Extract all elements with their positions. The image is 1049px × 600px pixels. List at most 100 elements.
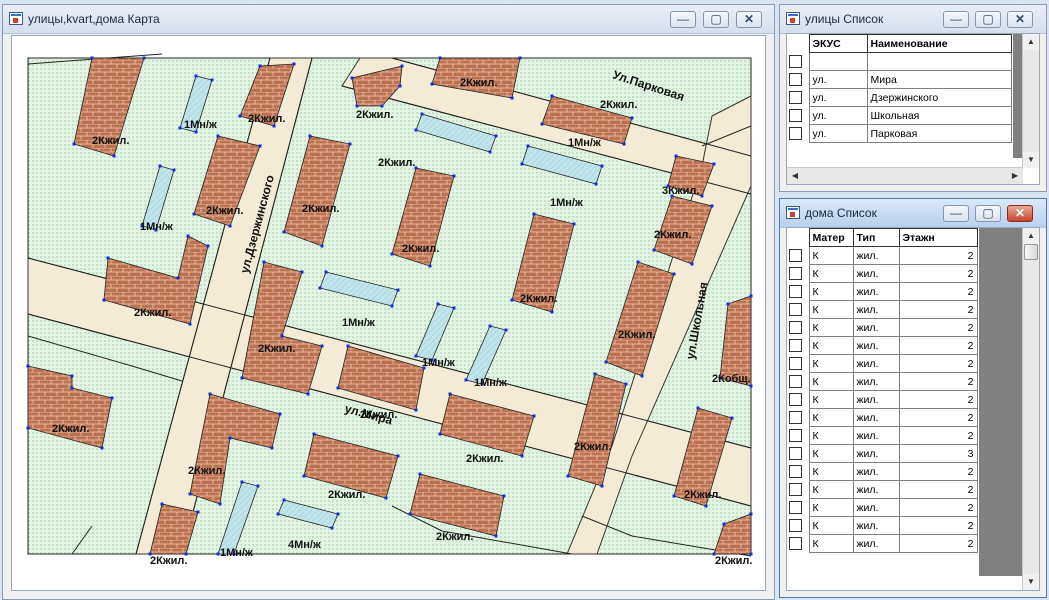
houses-table-row[interactable]: Кжил. 2	[789, 480, 978, 499]
row-select-checkbox[interactable]	[789, 535, 809, 553]
scroll-thumb[interactable]	[1024, 244, 1038, 260]
row-select-checkbox[interactable]	[789, 71, 809, 89]
row-select-checkbox[interactable]	[789, 409, 809, 427]
streets-horizontal-scrollbar[interactable]: ◀ ▶	[787, 167, 1023, 184]
cell-etazh[interactable]: 2	[898, 480, 978, 499]
row-select-checkbox[interactable]	[789, 319, 809, 337]
row-select-checkbox[interactable]	[789, 481, 809, 499]
maximize-button[interactable]: ▢	[703, 11, 729, 28]
cell-mater[interactable]: К	[808, 480, 854, 499]
cell-mater[interactable]: К	[808, 336, 854, 355]
row-select-checkbox[interactable]	[789, 265, 809, 283]
scroll-down-arrow[interactable]: ▼	[1023, 574, 1039, 590]
cell-ekus[interactable]: ул.	[808, 124, 868, 143]
houses-table-row[interactable]: Кжил. 2	[789, 354, 978, 373]
houses-table-row[interactable]: Кжил. 2	[789, 408, 978, 427]
cell-mater[interactable]: К	[808, 390, 854, 409]
cell-etazh[interactable]: 2	[898, 534, 978, 553]
streets-table-row[interactable]: ул. Парковая	[789, 124, 1012, 143]
cell-ekus[interactable]: ул.	[808, 88, 868, 107]
cell-etazh[interactable]: 2	[898, 264, 978, 283]
row-select-checkbox[interactable]	[789, 301, 809, 319]
row-select-checkbox[interactable]	[789, 463, 809, 481]
cell-tip[interactable]: жил.	[852, 498, 900, 517]
cell-name[interactable]: Парковая	[866, 124, 1012, 143]
streets-table-row[interactable]: ул. Дзержинского	[789, 88, 1012, 107]
cell-tip[interactable]: жил.	[852, 282, 900, 301]
cell-ekus[interactable]: ул.	[808, 70, 868, 89]
cell-etazh[interactable]: 2	[898, 516, 978, 535]
column-header-etazh[interactable]: Этажн	[898, 228, 978, 247]
scroll-up-arrow[interactable]: ▲	[1023, 228, 1039, 244]
cell-tip[interactable]: жил.	[852, 246, 900, 265]
map-titlebar[interactable]: улицы,kvart,дома Карта — ▢ ✕	[3, 5, 774, 34]
houses-table-row[interactable]: Кжил. 2	[789, 282, 978, 301]
houses-table-row[interactable]: Кжил. 2	[789, 534, 978, 553]
row-select-checkbox[interactable]	[789, 125, 809, 143]
row-select-checkbox[interactable]	[789, 445, 809, 463]
houses-table-row[interactable]: Кжил. 2	[789, 372, 978, 391]
streets-table-row[interactable]: ул. Мира	[789, 70, 1012, 89]
houses-vertical-scrollbar[interactable]: ▲ ▼	[1022, 228, 1039, 590]
row-select-checkbox[interactable]	[789, 89, 809, 107]
cell-name[interactable]	[866, 52, 1012, 71]
houses-table-row[interactable]: Кжил. 2	[789, 426, 978, 445]
cell-etazh[interactable]: 2	[898, 282, 978, 301]
cell-mater[interactable]: К	[808, 408, 854, 427]
cell-mater[interactable]: К	[808, 498, 854, 517]
cell-tip[interactable]: жил.	[852, 336, 900, 355]
streets-table-row[interactable]	[789, 52, 1012, 71]
cell-name[interactable]: Мира	[866, 70, 1012, 89]
cell-mater[interactable]: К	[808, 354, 854, 373]
column-header-ekus[interactable]: ЭКУС	[808, 34, 868, 53]
cell-mater[interactable]: К	[808, 300, 854, 319]
row-select-checkbox[interactable]	[789, 107, 809, 125]
cell-etazh[interactable]: 2	[898, 462, 978, 481]
row-select-checkbox[interactable]	[789, 53, 809, 71]
cell-name[interactable]: Школьная	[866, 106, 1012, 125]
cell-etazh[interactable]: 2	[898, 426, 978, 445]
close-button[interactable]: ✕	[736, 11, 762, 28]
houses-maximize-button[interactable]: ▢	[975, 205, 1001, 222]
streets-minimize-button[interactable]: —	[943, 11, 969, 28]
houses-table-row[interactable]: Кжил. 2	[789, 246, 978, 265]
cell-etazh[interactable]: 2	[898, 336, 978, 355]
scroll-right-arrow[interactable]: ▶	[1007, 168, 1023, 184]
streets-titlebar[interactable]: улицы Список — ▢ ✕	[780, 5, 1046, 34]
cell-tip[interactable]: жил.	[852, 390, 900, 409]
minimize-button[interactable]: —	[670, 11, 696, 28]
cell-tip[interactable]: жил.	[852, 408, 900, 427]
streets-maximize-button[interactable]: ▢	[975, 11, 1001, 28]
cell-etazh[interactable]: 2	[898, 390, 978, 409]
scroll-up-arrow[interactable]: ▲	[1023, 34, 1039, 50]
scroll-down-arrow[interactable]: ▼	[1023, 152, 1039, 168]
map-svg[interactable]: Ул.Парковая ул.Дзержинского ул.Мира ул.Ш…	[12, 36, 766, 591]
houses-table-row[interactable]: Кжил. 2	[789, 300, 978, 319]
cell-etazh[interactable]: 2	[898, 408, 978, 427]
cell-tip[interactable]: жил.	[852, 480, 900, 499]
column-header-mater[interactable]: Матер	[808, 228, 854, 247]
houses-table-row[interactable]: Кжил. 2	[789, 336, 978, 355]
cell-etazh[interactable]: 3	[898, 444, 978, 463]
cell-tip[interactable]: жил.	[852, 516, 900, 535]
cell-mater[interactable]: К	[808, 534, 854, 553]
cell-mater[interactable]: К	[808, 516, 854, 535]
cell-etazh[interactable]: 2	[898, 318, 978, 337]
streets-vertical-scrollbar[interactable]: ▲ ▼	[1022, 34, 1039, 168]
houses-close-button[interactable]: ✕	[1007, 205, 1033, 222]
cell-mater[interactable]: К	[808, 282, 854, 301]
cell-tip[interactable]: жил.	[852, 300, 900, 319]
cell-etazh[interactable]: 2	[898, 246, 978, 265]
row-select-checkbox[interactable]	[789, 373, 809, 391]
cell-tip[interactable]: жил.	[852, 372, 900, 391]
cell-mater[interactable]: К	[808, 462, 854, 481]
scroll-left-arrow[interactable]: ◀	[787, 168, 803, 184]
row-select-checkbox[interactable]	[789, 517, 809, 535]
row-select-checkbox[interactable]	[789, 427, 809, 445]
houses-table-row[interactable]: Кжил. 2	[789, 498, 978, 517]
row-select-checkbox[interactable]	[789, 247, 809, 265]
cell-mater[interactable]: К	[808, 426, 854, 445]
cell-etazh[interactable]: 2	[898, 372, 978, 391]
houses-table-row[interactable]: Кжил. 3	[789, 444, 978, 463]
cell-etazh[interactable]: 2	[898, 300, 978, 319]
